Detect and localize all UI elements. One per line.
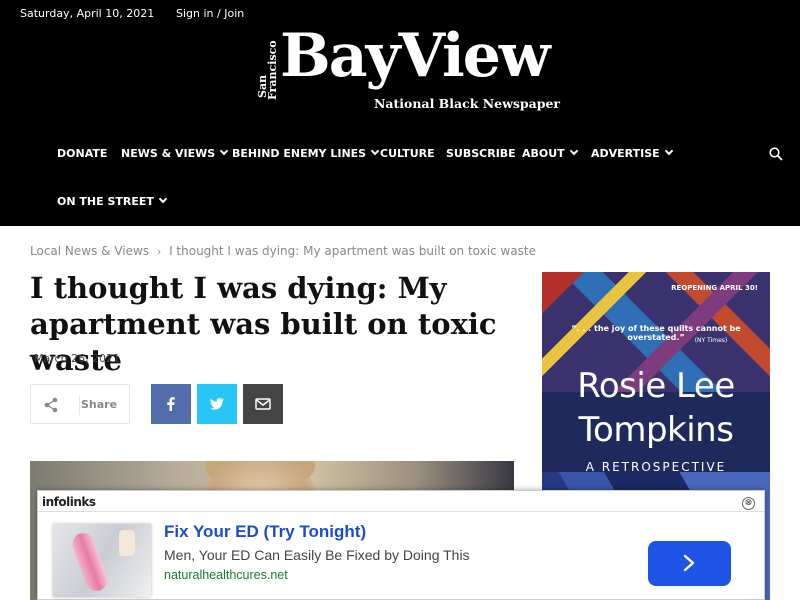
share-icon [43,397,59,413]
nav-behind-enemy-lines[interactable]: BEHIND ENEMY LINES [232,146,380,160]
nav-on-the-street-label: ON THE STREET [57,195,154,208]
ad-description: Men, Your ED Can Easily Be Fixed by Doin… [164,547,470,563]
divider [38,511,764,512]
nav-culture-label: CULTURE [380,147,435,160]
ad-headline-link[interactable]: Fix Your ED (Try Tonight) [164,522,366,542]
nav-donate[interactable]: DONATE [57,147,107,160]
ad-thumbnail[interactable] [53,524,151,597]
product-cap [119,530,135,556]
infolinks-ad-banner[interactable]: infolinks ⊗ Fix Your ED (Try Tonight) Me… [37,490,765,600]
signin-link[interactable]: Sign in / Join [176,7,244,20]
product-image [69,530,111,594]
chevron-down-icon [664,146,673,156]
divider [79,395,80,415]
nav-news-views-label: NEWS & VIEWS [121,147,216,160]
logo-prefix-line2: Francisco [266,40,279,100]
current-date: Saturday, April 10, 2021 [20,7,155,20]
ad-subtitle: A RETROSPECTIVE [585,460,727,474]
chevron-right-icon [683,554,695,572]
twitter-share-button[interactable] [197,384,237,424]
nav-news-views[interactable]: NEWS & VIEWS [121,146,229,160]
breadcrumb-section-link[interactable]: Local News & Views [30,244,149,258]
ad-url-link[interactable]: naturalhealthcures.net [164,568,288,582]
site-logo[interactable]: San Francisco BayView National Black New… [256,26,560,118]
nav-culture[interactable]: CULTURE [380,147,435,160]
twitter-icon [209,398,224,410]
breadcrumb-current: I thought I was dying: My apartment was … [169,244,537,258]
article-date: March 26, 2021 [34,352,121,365]
ad-open-button[interactable] [648,541,731,586]
logo-name: BayView [280,21,551,91]
nav-subscribe[interactable]: SUBSCRIBE [446,147,516,160]
chevron-down-icon [370,146,380,156]
chevron-down-icon [158,194,168,204]
chevron-down-icon [219,146,229,156]
ad-title-line1: Rosie Lee [577,366,735,406]
ad-reopen-text: REOPENING APRIL 30! [671,284,758,292]
nav-behind-enemy-lines-label: BEHIND ENEMY LINES [232,147,367,160]
chevron-right-icon: › [157,247,162,258]
email-share-button[interactable] [243,384,283,424]
nav-subscribe-label: SUBSCRIBE [446,147,516,160]
nav-on-the-street[interactable]: ON THE STREET [57,194,168,208]
breadcrumb: Local News & Views › I thought I was dying… [30,244,536,258]
logo-prefix: San Francisco [256,40,279,102]
site-header: Saturday, April 10, 2021 Sign in / Join … [0,0,800,226]
nav-about[interactable]: ABOUT [522,146,578,160]
facebook-icon [167,397,175,411]
ad-quote-source: (NY Times) [694,337,728,344]
facebook-share-button[interactable] [151,384,191,424]
nav-about-label: ABOUT [522,147,565,160]
nav-advertise-label: ADVERTISE [591,147,660,160]
nav-donate-label: DONATE [57,147,108,160]
nav-advertise[interactable]: ADVERTISE [591,146,673,160]
envelope-icon [255,398,271,410]
search-icon[interactable] [769,147,783,161]
share-counter[interactable]: Share [30,384,130,424]
logo-tagline: National Black Newspaper [374,96,561,111]
share-label: Share [81,398,118,411]
ad-title-line2: Tompkins [578,410,734,450]
infolinks-logo: infolinks [42,495,96,509]
chevron-down-icon [569,146,578,156]
close-icon[interactable]: ⊗ [742,497,755,510]
